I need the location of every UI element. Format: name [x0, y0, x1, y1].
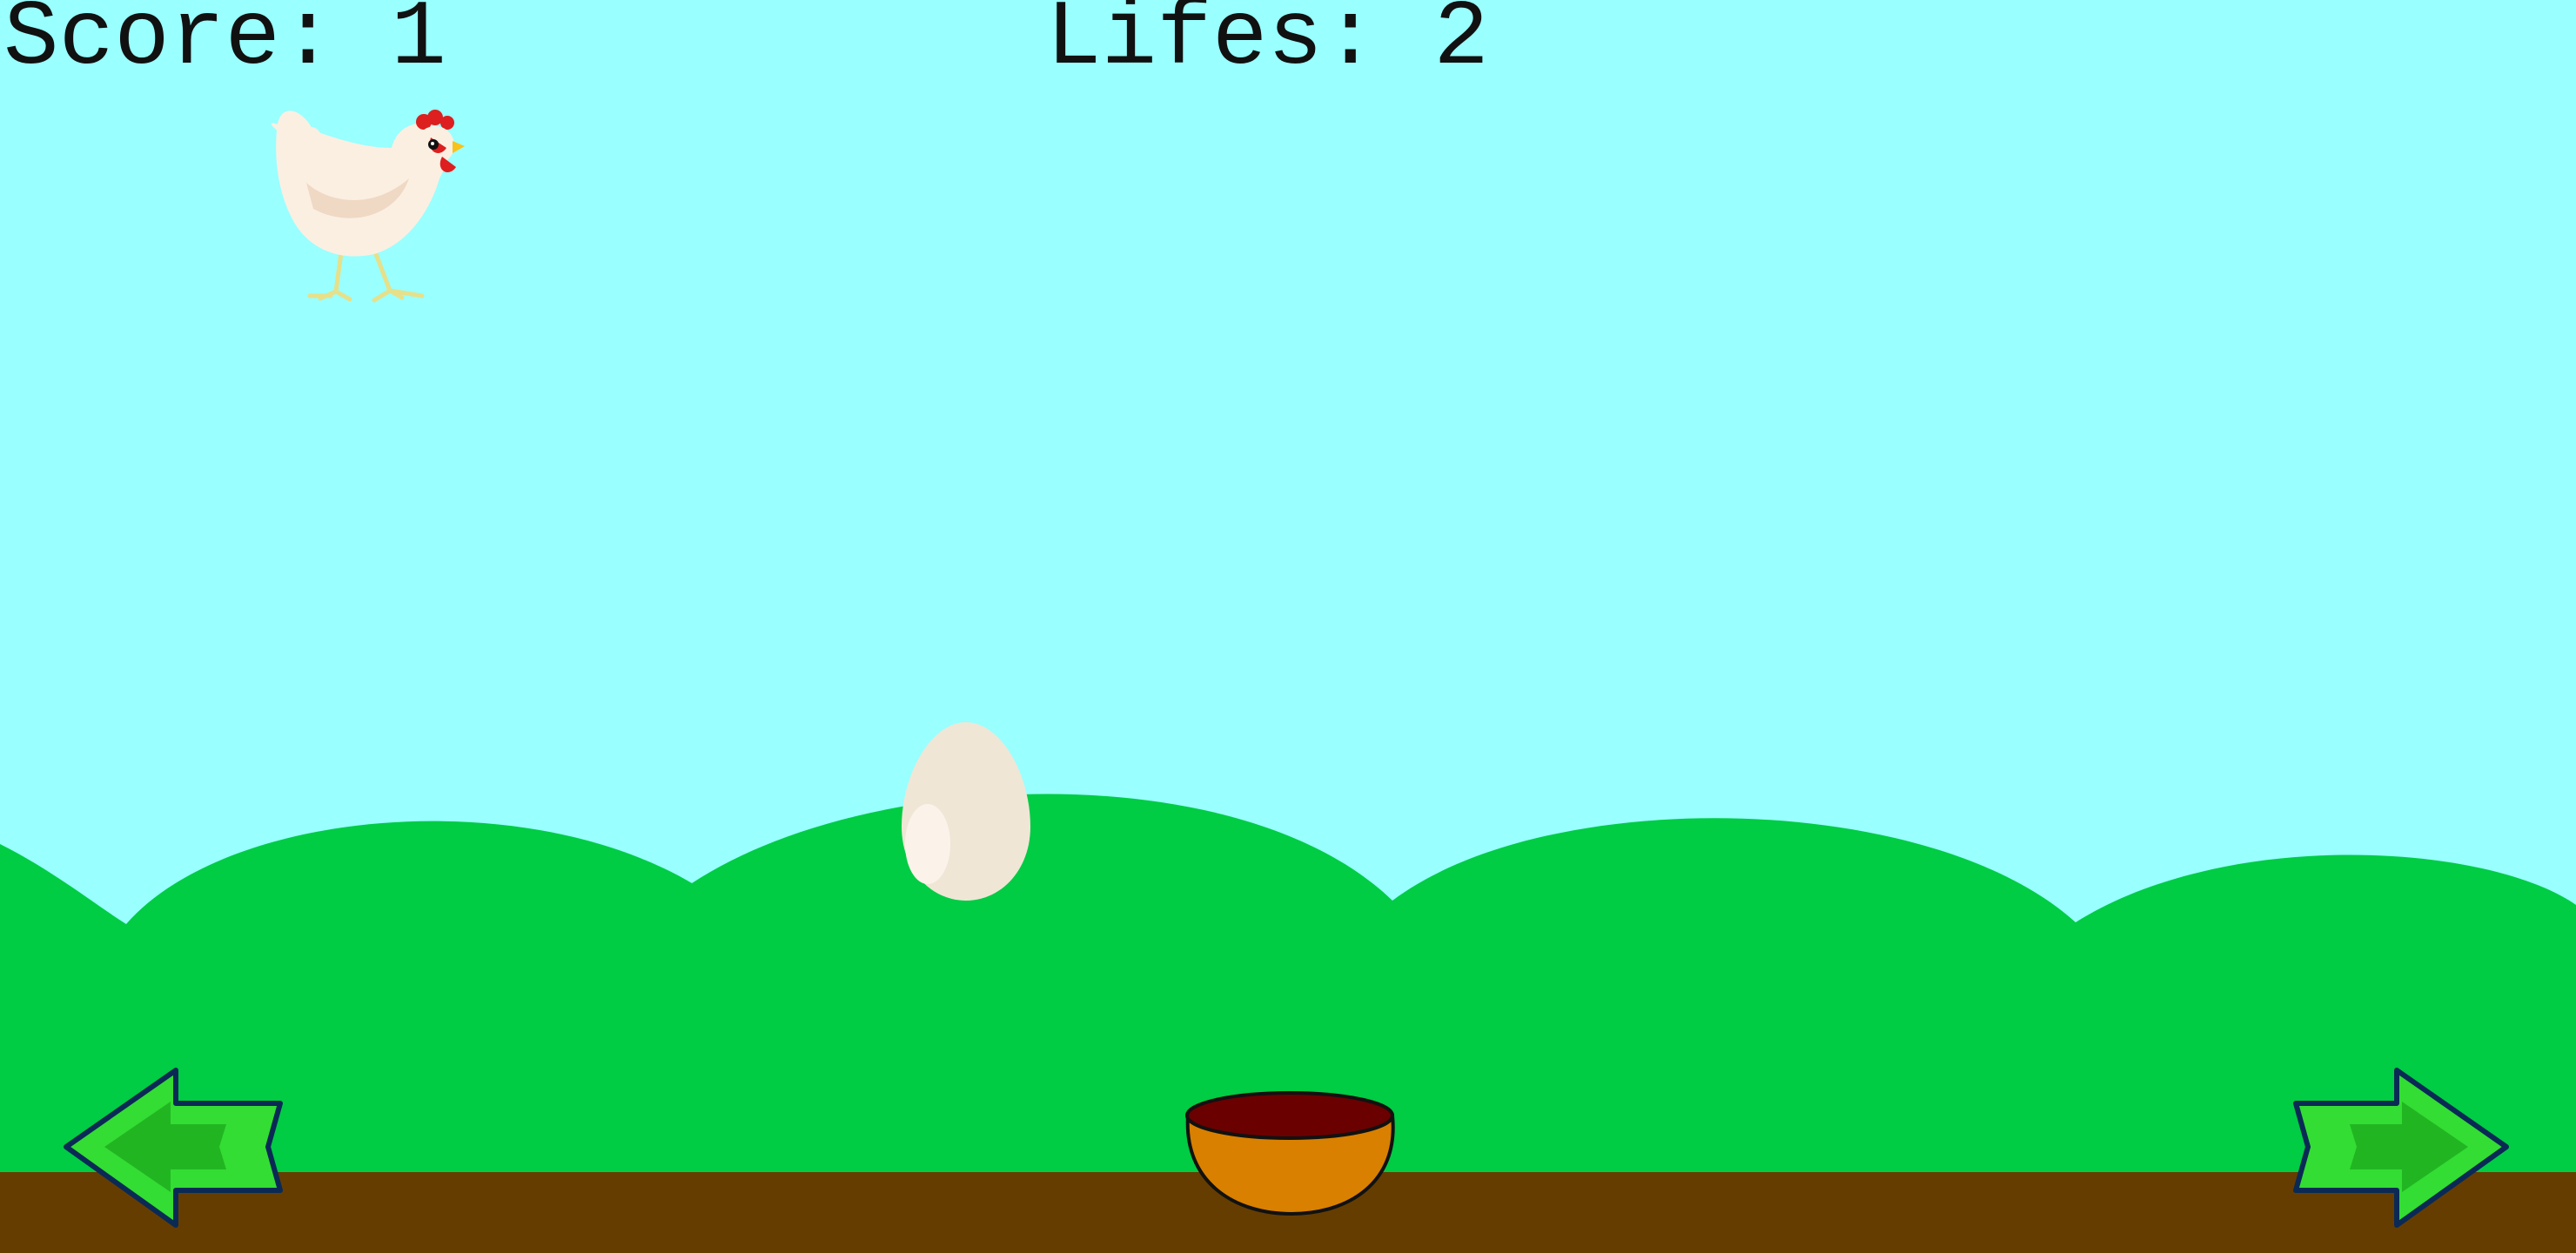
- game-canvas: Score: 1 Lifes: 2: [0, 0, 2576, 1253]
- lifes-label: Lifes: 2: [1046, 0, 1489, 90]
- score-label: Score: 1: [3, 0, 446, 90]
